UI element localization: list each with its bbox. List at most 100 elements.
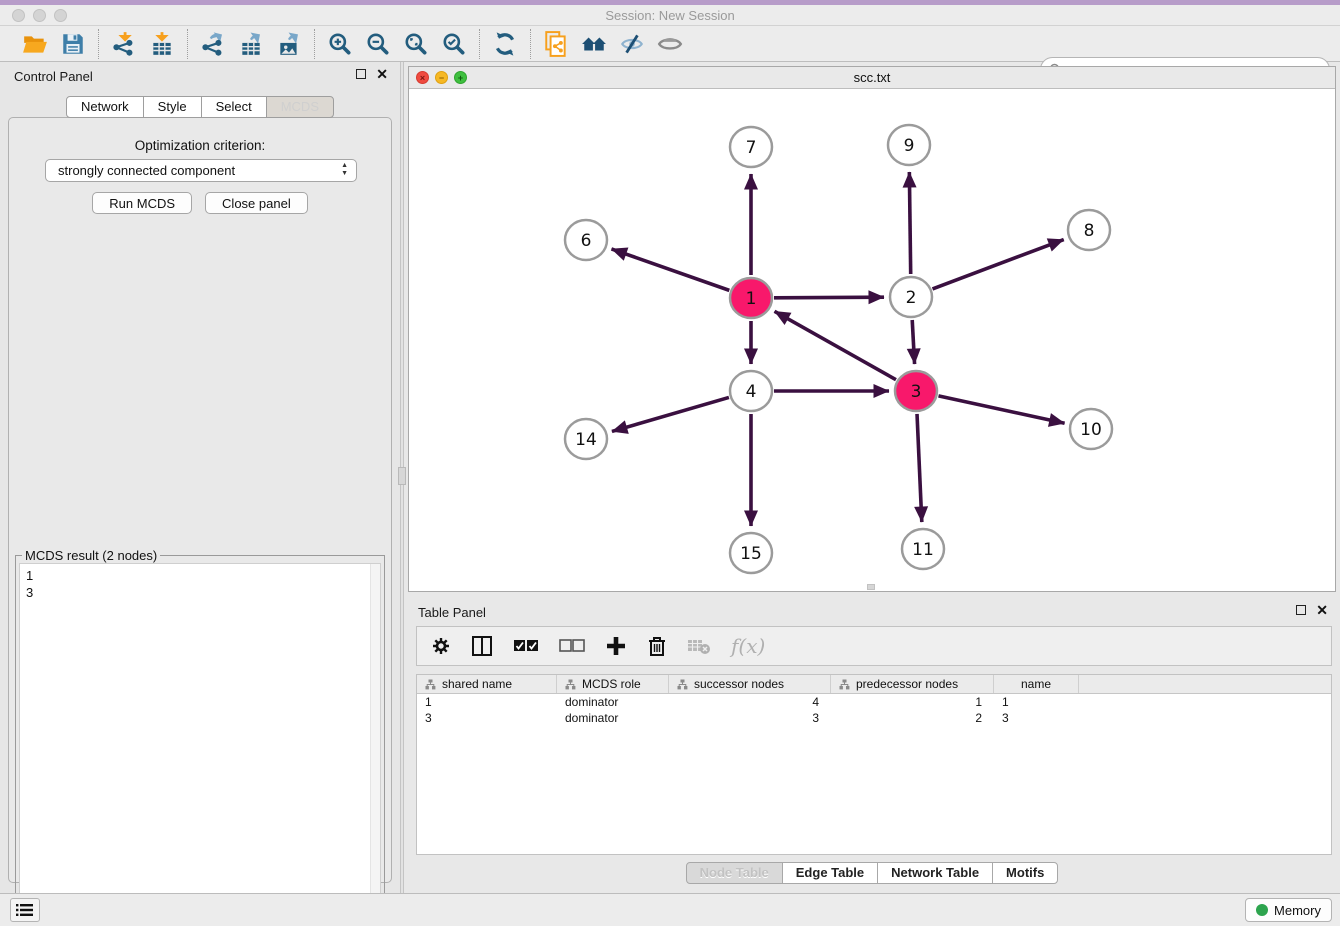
open-session-button[interactable] <box>19 29 51 59</box>
svg-text:11: 11 <box>912 540 934 560</box>
hide-panels-button[interactable] <box>616 29 648 59</box>
graph-node-2[interactable]: 2 <box>890 277 932 317</box>
delete-table-button[interactable] <box>687 632 711 660</box>
close-panel-icon[interactable]: ✕ <box>376 69 388 79</box>
refresh-button[interactable] <box>489 29 521 59</box>
cell-mcds-role[interactable]: dominator <box>557 694 669 710</box>
zoom-out-button[interactable] <box>362 29 394 59</box>
svg-text:4: 4 <box>746 382 757 402</box>
column-header-name[interactable]: name <box>994 675 1079 693</box>
graph-edge-3-1[interactable] <box>775 311 896 379</box>
select-all-columns-button[interactable] <box>513 632 539 660</box>
graph-node-9[interactable]: 9 <box>888 125 930 165</box>
mcds-result-group: MCDS result (2 nodes) 1 3 <box>15 555 385 926</box>
graph-node-3[interactable]: 3 <box>895 371 937 411</box>
apply-function-button[interactable]: f(x) <box>731 632 765 660</box>
graph-edge-4-14[interactable] <box>612 397 729 431</box>
export-image-button[interactable] <box>273 29 305 59</box>
tab-motifs[interactable]: Motifs <box>992 862 1058 884</box>
import-table-button[interactable] <box>146 29 178 59</box>
export-table-button[interactable] <box>235 29 267 59</box>
graph-node-11[interactable]: 11 <box>902 529 944 569</box>
tab-network-table[interactable]: Network Table <box>877 862 993 884</box>
graph-edge-2-3[interactable] <box>912 320 914 364</box>
deselect-all-columns-button[interactable] <box>559 632 585 660</box>
cell-predecessor-nodes[interactable]: 2 <box>831 710 994 726</box>
float-table-panel-icon[interactable] <box>1296 605 1306 615</box>
mcds-result-textarea[interactable]: 1 3 <box>19 563 381 926</box>
graph-node-6[interactable]: 6 <box>565 220 607 260</box>
cell-predecessor-nodes[interactable]: 1 <box>831 694 994 710</box>
tab-style[interactable]: Style <box>143 96 202 118</box>
column-header-successor-nodes[interactable]: successor nodes <box>669 675 831 693</box>
task-history-button[interactable] <box>10 898 40 922</box>
fx-icon: f(x) <box>731 634 765 658</box>
tab-mcds[interactable]: MCDS <box>266 96 334 118</box>
cell-successor-nodes[interactable]: 3 <box>669 710 831 726</box>
graph-node-4[interactable]: 4 <box>730 371 772 411</box>
memory-button[interactable]: Memory <box>1245 898 1332 922</box>
column-header-predecessor-nodes[interactable]: predecessor nodes <box>831 675 994 693</box>
zoom-selected-button[interactable] <box>438 29 470 59</box>
graph-node-15[interactable]: 15 <box>730 533 772 573</box>
export-network-button[interactable] <box>197 29 229 59</box>
export-table-icon <box>238 31 264 57</box>
graph-edge-2-9[interactable] <box>909 172 910 274</box>
graph-node-8[interactable]: 8 <box>1068 210 1110 250</box>
graph-edge-2-8[interactable] <box>933 240 1064 289</box>
graph-node-10[interactable]: 10 <box>1070 409 1112 449</box>
graph-edge-3-10[interactable] <box>938 396 1064 423</box>
table-settings-button[interactable] <box>431 632 451 660</box>
table-row[interactable]: 1 dominator 4 1 1 <box>417 694 1331 710</box>
import-network-button[interactable] <box>108 29 140 59</box>
delete-table-icon <box>687 637 711 655</box>
split-panel-button[interactable] <box>471 632 493 660</box>
column-header-mcds-role[interactable]: MCDS role <box>557 675 669 693</box>
network-overview-button[interactable] <box>540 29 572 59</box>
tab-select[interactable]: Select <box>201 96 267 118</box>
criterion-select[interactable]: strongly connected component ▲▼ <box>45 159 357 182</box>
network-resize-grip[interactable] <box>867 584 875 590</box>
graph-edge-1-2[interactable] <box>774 297 884 298</box>
svg-text:10: 10 <box>1080 420 1102 440</box>
close-panel-button[interactable]: Close panel <box>205 192 308 214</box>
run-mcds-button[interactable]: Run MCDS <box>92 192 192 214</box>
splitter-handle[interactable] <box>398 467 406 485</box>
control-panel-title: Control Panel <box>14 69 93 84</box>
tab-network[interactable]: Network <box>66 96 144 118</box>
plus-icon <box>605 635 627 657</box>
save-session-button[interactable] <box>57 29 89 59</box>
home-button[interactable] <box>578 29 610 59</box>
graph-edge-1-6[interactable] <box>611 249 729 290</box>
graph-node-1[interactable]: 1 <box>730 278 772 318</box>
float-panel-icon[interactable] <box>356 69 366 79</box>
cell-name[interactable]: 3 <box>994 710 1079 726</box>
save-floppy-icon <box>60 31 86 57</box>
cell-name[interactable]: 1 <box>994 694 1079 710</box>
column-type-icon <box>677 679 688 690</box>
cell-successor-nodes[interactable]: 4 <box>669 694 831 710</box>
tab-edge-table[interactable]: Edge Table <box>782 862 878 884</box>
graph-node-14[interactable]: 14 <box>565 419 607 459</box>
cell-mcds-role[interactable]: dominator <box>557 710 669 726</box>
network-window: × − + scc.txt 7 9 6 8 1 2 4 3 14 10 15 11 <box>408 66 1336 592</box>
zoom-fit-button[interactable] <box>400 29 432 59</box>
graph-edge-3-11[interactable] <box>917 414 922 522</box>
delete-column-button[interactable] <box>647 632 667 660</box>
column-header-shared-name[interactable]: shared name <box>417 675 557 693</box>
zoom-in-button[interactable] <box>324 29 356 59</box>
network-canvas[interactable]: 7 9 6 8 1 2 4 3 14 10 15 11 <box>409 89 1335 591</box>
svg-text:15: 15 <box>740 544 762 564</box>
tab-node-table[interactable]: Node Table <box>686 862 783 884</box>
table-panel-title: Table Panel <box>418 605 486 620</box>
cell-shared-name[interactable]: 3 <box>417 710 557 726</box>
network-window-titlebar[interactable]: × − + scc.txt <box>409 67 1335 89</box>
svg-text:6: 6 <box>581 231 592 251</box>
add-column-button[interactable] <box>605 632 627 660</box>
close-table-panel-icon[interactable]: ✕ <box>1316 605 1328 615</box>
show-panels-button[interactable] <box>654 29 686 59</box>
table-row[interactable]: 3 dominator 3 2 3 <box>417 710 1331 726</box>
graph-node-7[interactable]: 7 <box>730 127 772 167</box>
cell-shared-name[interactable]: 1 <box>417 694 557 710</box>
result-scrollbar[interactable] <box>370 564 380 926</box>
